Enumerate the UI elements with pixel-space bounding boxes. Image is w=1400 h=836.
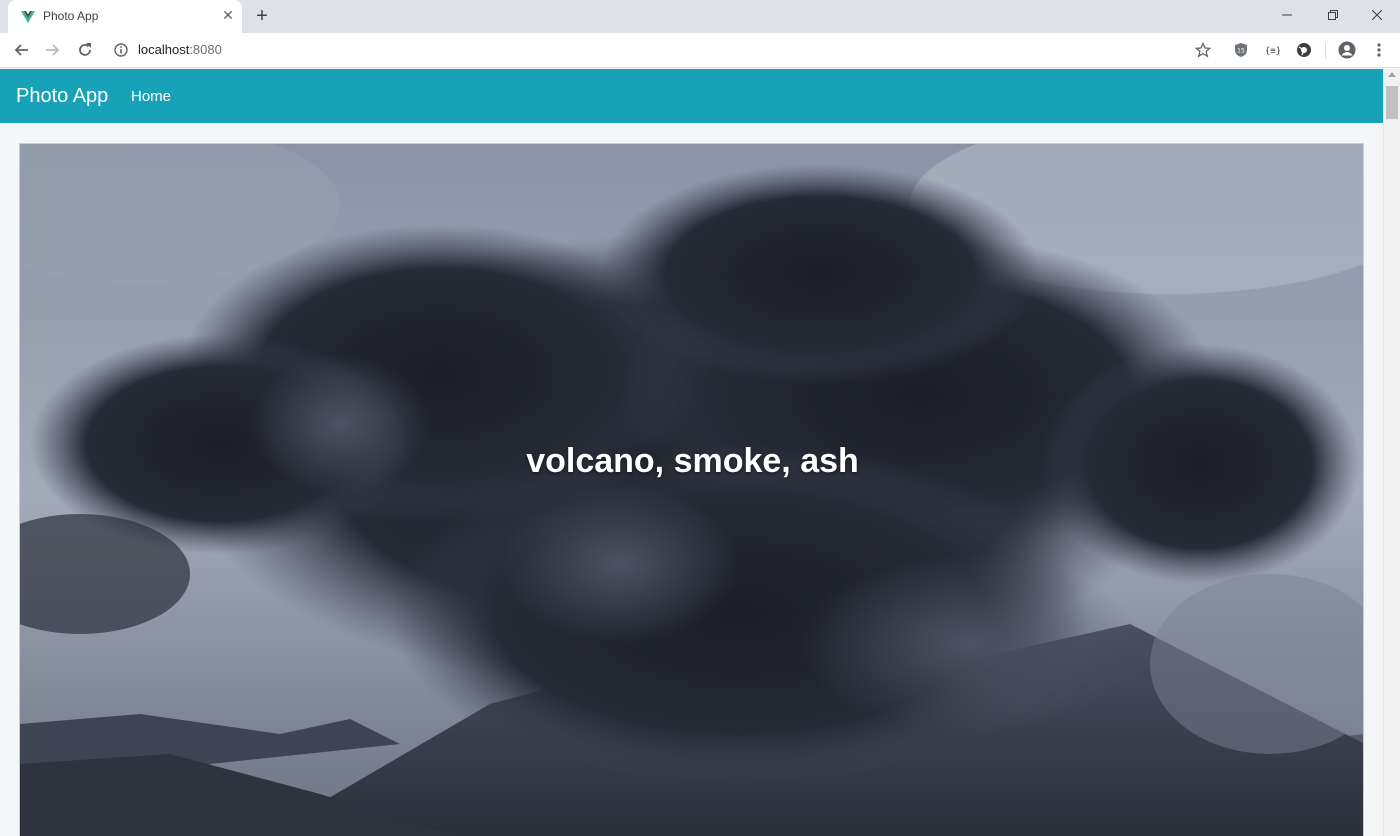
back-arrow-icon[interactable] <box>9 38 33 62</box>
navbar: Photo App Home <box>0 69 1383 123</box>
scrollbar[interactable] <box>1383 69 1400 836</box>
address-bar[interactable]: localhost:8080 <box>106 36 1224 65</box>
kebab-menu-icon[interactable] <box>1367 38 1391 62</box>
url-port: :8080 <box>189 42 222 57</box>
plus-icon[interactable]: + <box>250 5 274 29</box>
restore-icon <box>1328 10 1338 20</box>
svg-text:{≡}: {≡} <box>1265 47 1281 57</box>
star-icon[interactable] <box>1191 38 1215 62</box>
info-icon[interactable] <box>114 43 128 57</box>
window-close-icon <box>1371 9 1383 21</box>
scrollbar-thumb[interactable] <box>1386 86 1398 119</box>
tab-title: Photo App <box>43 9 99 23</box>
window-close-button[interactable] <box>1354 0 1400 30</box>
toolbar-separator <box>1325 43 1326 59</box>
profile-icon[interactable] <box>1335 38 1359 62</box>
extension-icon[interactable] <box>1292 38 1316 62</box>
navbar-brand[interactable]: Photo App <box>16 85 108 108</box>
scroll-up-arrow-icon[interactable] <box>1388 72 1396 77</box>
tab-strip: Photo App ✕ + <box>0 0 1400 33</box>
browser-tab[interactable]: Photo App ✕ <box>8 0 242 33</box>
minimize-icon <box>1282 14 1292 16</box>
reload-icon[interactable] <box>73 38 97 62</box>
restore-button[interactable] <box>1310 0 1356 30</box>
svg-text:15: 15 <box>1237 48 1245 55</box>
volcano-photo <box>20 144 1363 836</box>
photo-card[interactable]: volcano, smoke, ash <box>19 143 1364 836</box>
ublock-shield-icon[interactable]: 15 <box>1229 38 1253 62</box>
photo-caption: volcano, smoke, ash <box>526 442 859 480</box>
vue-logo-icon <box>21 11 35 23</box>
close-icon[interactable]: ✕ <box>220 7 236 23</box>
browser-toolbar: localhost:8080 15 {≡} <box>0 33 1400 68</box>
url-host: localhost <box>138 42 190 57</box>
nav-link-home[interactable]: Home <box>131 88 171 105</box>
url-text: localhost:8080 <box>138 42 222 57</box>
forward-arrow-icon[interactable] <box>41 38 65 62</box>
json-extension-icon[interactable]: {≡} <box>1261 38 1285 62</box>
minimize-button[interactable] <box>1264 0 1310 30</box>
page-viewport: Photo App Home volcano, smoke, ash <box>0 69 1400 836</box>
